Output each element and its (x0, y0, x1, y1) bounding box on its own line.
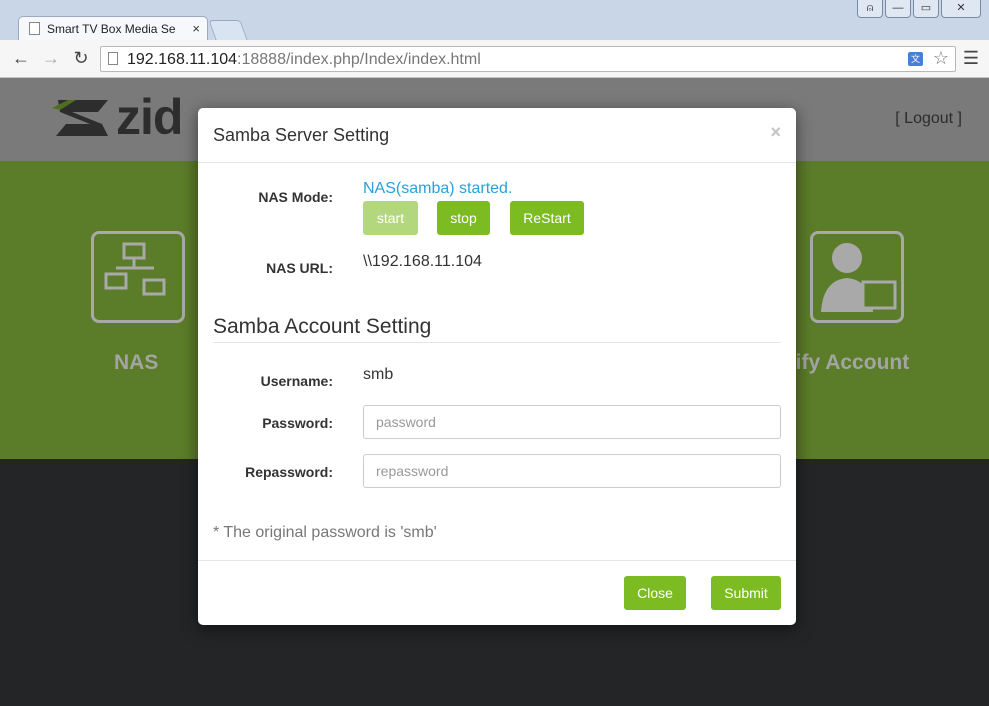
logo-icon (52, 100, 108, 136)
repassword-label: Repassword: (245, 464, 333, 480)
password-label: Password: (262, 415, 333, 431)
minimize-icon[interactable]: — (885, 0, 911, 18)
browser-titlebar: Smart TV Box Media Se × ⍝ — ▭ ✕ (0, 0, 989, 41)
password-input[interactable] (363, 405, 781, 439)
repassword-input[interactable] (363, 454, 781, 488)
nas-status: NAS(samba) started. (363, 180, 513, 197)
browser-tab[interactable]: Smart TV Box Media Se × (18, 16, 208, 41)
url-text: 192.168.11.104:18888/index.php/Index/ind… (127, 51, 481, 68)
maximize-icon[interactable]: ▭ (913, 0, 939, 18)
reload-icon[interactable]: ↻ (70, 47, 92, 69)
modal-header: Samba Server Setting × (198, 108, 796, 163)
translate-icon[interactable]: 文 (908, 52, 923, 66)
nas-url-value: \\192.168.11.104 (363, 253, 482, 270)
account-section-title: Samba Account Setting (213, 315, 432, 338)
nas-mode-label: NAS Mode: (258, 189, 333, 205)
network-icon[interactable] (91, 231, 185, 323)
modal-close-icon[interactable]: × (770, 122, 781, 143)
bookmark-star-icon[interactable]: ☆ (933, 48, 949, 69)
nas-tile-label[interactable]: NAS (114, 351, 158, 375)
browser-menu-icon[interactable]: ☰ (963, 48, 979, 69)
stop-button[interactable]: stop (437, 201, 490, 235)
window-controls: ⍝ — ▭ ✕ (857, 0, 981, 20)
modal-footer-divider (198, 560, 796, 561)
user-account-icon[interactable] (810, 231, 904, 323)
page-icon (108, 52, 118, 65)
nas-url-label: NAS URL: (266, 260, 333, 276)
restart-button[interactable]: ReStart (510, 201, 584, 235)
address-bar[interactable]: 192.168.11.104:18888/index.php/Index/ind… (100, 46, 956, 72)
window-close-icon[interactable]: ✕ (941, 0, 981, 18)
user-icon[interactable]: ⍝ (857, 0, 883, 18)
browser-toolbar: ← → ↻ 192.168.11.104:18888/index.php/Ind… (0, 40, 989, 78)
samba-settings-modal: Samba Server Setting × NAS Mode: NAS(sam… (198, 108, 796, 625)
tab-close-icon[interactable]: × (192, 21, 200, 36)
back-arrow-icon[interactable]: ← (10, 47, 32, 69)
close-button[interactable]: Close (624, 576, 686, 610)
modal-title: Samba Server Setting (213, 125, 390, 145)
username-label: Username: (260, 373, 333, 389)
forward-arrow-icon[interactable]: → (40, 47, 62, 69)
username-value: smb (363, 366, 394, 383)
submit-button[interactable]: Submit (711, 576, 781, 610)
new-tab-button[interactable] (208, 20, 248, 40)
page-icon (29, 22, 40, 35)
start-button[interactable]: start (363, 201, 418, 235)
account-tile-label[interactable]: odify Account (770, 351, 970, 375)
section-divider (213, 342, 781, 343)
logout-link[interactable]: [ Logout ] (895, 110, 962, 128)
tab-title: Smart TV Box Media Se (47, 22, 176, 36)
password-note: * The original password is 'smb' (213, 524, 437, 541)
logo-text: zid (116, 89, 183, 145)
